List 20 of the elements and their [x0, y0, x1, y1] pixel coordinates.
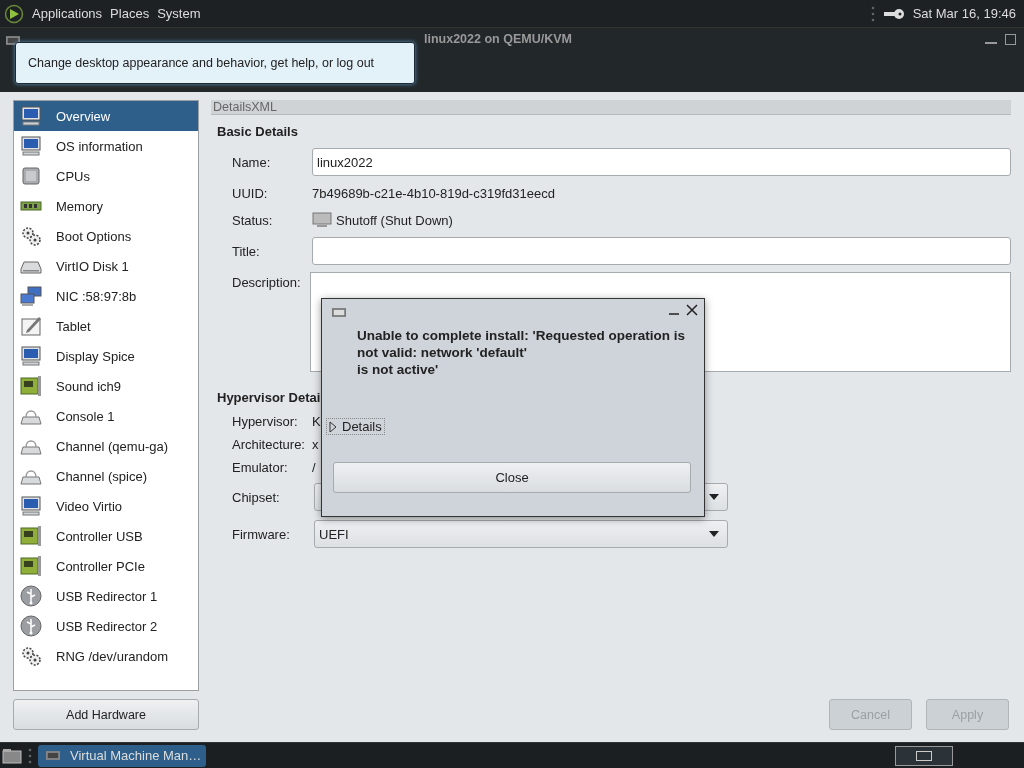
window-title: linux2022 on QEMU/KVM	[424, 32, 572, 46]
section-heading: Basic Details	[217, 124, 299, 139]
field-label: UUID:	[232, 185, 269, 201]
field-label: Architecture:	[232, 436, 306, 452]
status-value: Shutoff (Shut Down)	[336, 211, 453, 229]
section-heading: Hypervisor Detai	[217, 390, 322, 405]
field-label: Status:	[232, 212, 274, 228]
field-label: Description:	[232, 275, 302, 290]
field-label: Chipset:	[232, 489, 281, 505]
field-value: K	[312, 412, 321, 430]
field-label: Emulator:	[232, 459, 289, 475]
field-value: /	[312, 458, 316, 476]
field-label: Title:	[232, 243, 261, 259]
field-label: Name:	[232, 154, 272, 170]
field-label: Hypervisor:	[232, 413, 299, 429]
field-value: 7b49689b-c21e-4b10-819d-c319fd31eecd	[312, 184, 555, 202]
tooltip: Change desktop appearance and behavior, get help, or log out	[15, 42, 415, 84]
error-message: Unable to complete install: 'Requested operation is not valid: network 'default' is not active'	[357, 327, 686, 378]
field-label: Firmware:	[232, 526, 291, 542]
field-value: x	[312, 435, 319, 453]
